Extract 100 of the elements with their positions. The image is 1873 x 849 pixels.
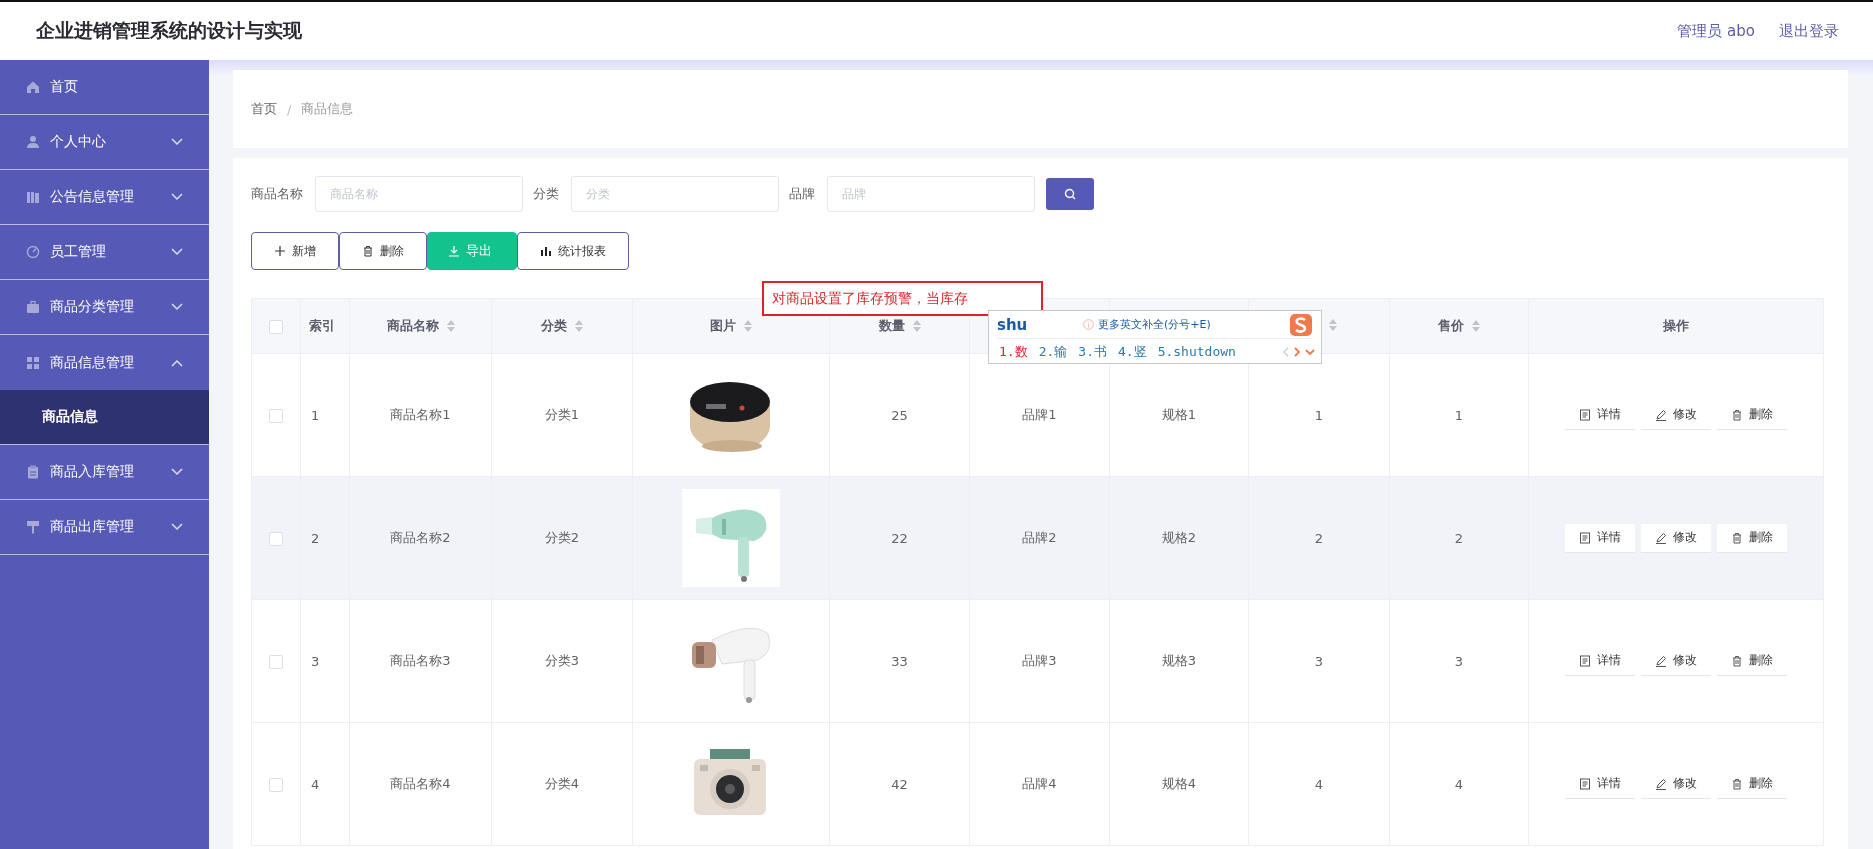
breadcrumb-current: 商品信息	[301, 100, 354, 118]
table-cell: 商品名称4	[390, 776, 451, 791]
chevron-left-icon	[1283, 346, 1289, 357]
add-button[interactable]: 新增	[251, 232, 339, 270]
table-cell: 商品名称1	[390, 407, 451, 422]
pencil-icon	[1655, 408, 1667, 421]
checkbox[interactable]	[269, 319, 283, 334]
search-field[interactable]: 分类	[571, 176, 779, 212]
chevron-down-icon	[171, 138, 183, 146]
column-header: 售价	[1438, 317, 1464, 335]
column-header: 商品名称	[386, 317, 439, 335]
ime-composition: shu	[997, 315, 1029, 334]
table-cell: 4	[1454, 776, 1464, 792]
grid-icon	[26, 355, 40, 370]
user-name: 管理员 abo	[1677, 21, 1755, 41]
table-cell: 分类1	[544, 407, 580, 422]
checkbox[interactable]	[269, 654, 283, 669]
search-button[interactable]	[1046, 178, 1094, 210]
table-cell: 4	[1314, 776, 1324, 792]
table-cell: 33	[891, 653, 908, 669]
table-cell: 品牌3	[1022, 653, 1057, 668]
delete-button[interactable]: 删除	[1717, 523, 1787, 553]
field-label: 品牌	[789, 185, 815, 203]
document-icon	[1579, 531, 1591, 544]
app-title: 企业进销管理系统的设计与实现	[36, 18, 302, 43]
table-cell: 4	[311, 776, 320, 792]
checkbox[interactable]	[269, 531, 283, 546]
table-cell: 分类2	[544, 530, 580, 545]
report-button[interactable]: 统计报表	[517, 232, 629, 270]
table-cell: 2	[1314, 530, 1324, 546]
column-header: 索引	[309, 317, 335, 335]
document-icon	[1579, 654, 1591, 667]
trash-icon	[1731, 777, 1743, 790]
table-cell: 42	[891, 776, 908, 792]
table-cell: 分类3	[544, 653, 580, 668]
sort-icon	[912, 320, 921, 332]
chevron-down-icon	[171, 303, 183, 311]
chevron-down-icon	[171, 468, 183, 476]
table-cell: 商品名称2	[390, 530, 451, 545]
edit-button[interactable]: 修改	[1641, 523, 1711, 553]
checkbox[interactable]	[269, 408, 283, 423]
sort-icon	[744, 320, 752, 332]
clipboard-icon	[26, 465, 40, 479]
sort-icon	[575, 320, 583, 332]
chevron-down-icon	[1305, 348, 1315, 355]
sort-icon	[1472, 320, 1480, 332]
table-cell: 规格2	[1161, 530, 1197, 545]
delete-button[interactable]: 删除	[339, 232, 427, 270]
breadcrumb-link[interactable]: 首页	[251, 100, 277, 118]
trash-icon	[1731, 408, 1743, 421]
table-cell: 3	[1454, 653, 1464, 669]
document-icon	[1579, 777, 1591, 790]
table-cell: 3	[1314, 653, 1324, 669]
search-field[interactable]: 品牌	[827, 176, 1035, 212]
table-row[interactable]: 4 商品名称4 分类4 42 品牌4 规格4 4 4 详情 修改 删除	[251, 722, 1824, 846]
search-field[interactable]: 商品名称	[315, 176, 523, 212]
roller-icon	[26, 520, 40, 534]
pencil-icon	[1655, 777, 1667, 790]
table-cell: 1	[1454, 407, 1464, 423]
ime-hint: 更多英文补全(分号+E)	[1098, 317, 1211, 332]
pencil-icon	[1655, 531, 1667, 544]
table-cell: 分类4	[544, 776, 580, 791]
table-cell: 3	[311, 653, 320, 669]
download-icon	[448, 245, 460, 257]
table-cell: 1	[1314, 407, 1324, 423]
trash-icon	[1731, 531, 1743, 544]
table-cell: 规格3	[1161, 653, 1197, 668]
sidebar-subitem[interactable]: 商品信息	[0, 390, 209, 444]
details-button[interactable]: 详情	[1565, 523, 1635, 553]
table-cell: 22	[891, 530, 908, 546]
table-cell: 1	[311, 407, 320, 423]
book-icon	[26, 190, 40, 204]
table-row[interactable]: 3 商品名称3 分类3 33 品牌3 规格3 3 3 详情 修改 删除	[251, 599, 1824, 723]
sidebar-item[interactable]: 商品信息管理	[0, 335, 209, 390]
gauge-icon	[26, 245, 40, 259]
table-cell: 25	[891, 407, 908, 423]
table-cell: 2	[1454, 530, 1464, 546]
user-icon	[26, 135, 40, 149]
field-label: 分类	[533, 185, 559, 203]
checkbox[interactable]	[269, 777, 283, 792]
home-icon	[26, 80, 40, 94]
logout-link[interactable]: 退出登录	[1779, 21, 1839, 41]
table-cell: 2	[311, 530, 320, 546]
chevron-up-icon	[171, 358, 183, 367]
table-row[interactable]: 2 商品名称2 分类2 22 品牌2 规格2 2 2 详情 修改 删除	[251, 476, 1824, 600]
pencil-icon	[1655, 654, 1667, 667]
column-header: 数量	[878, 317, 905, 335]
trash-icon	[1731, 654, 1743, 667]
bar-chart-icon	[540, 245, 552, 257]
breadcrumb-separator: /	[287, 101, 292, 117]
document-icon	[1579, 408, 1591, 421]
table-cell: 规格1	[1161, 407, 1197, 422]
chevron-down-icon	[171, 193, 183, 201]
chevron-right-icon	[1294, 346, 1300, 357]
search-icon	[1064, 188, 1076, 200]
sort-icon	[1329, 318, 1337, 331]
table-cell: 品牌4	[1022, 776, 1057, 791]
table-cell: 规格4	[1161, 776, 1197, 791]
table-cell: 品牌1	[1022, 407, 1057, 422]
text-input[interactable]: 对商品设置了库存预警，当库存	[762, 281, 1043, 316]
